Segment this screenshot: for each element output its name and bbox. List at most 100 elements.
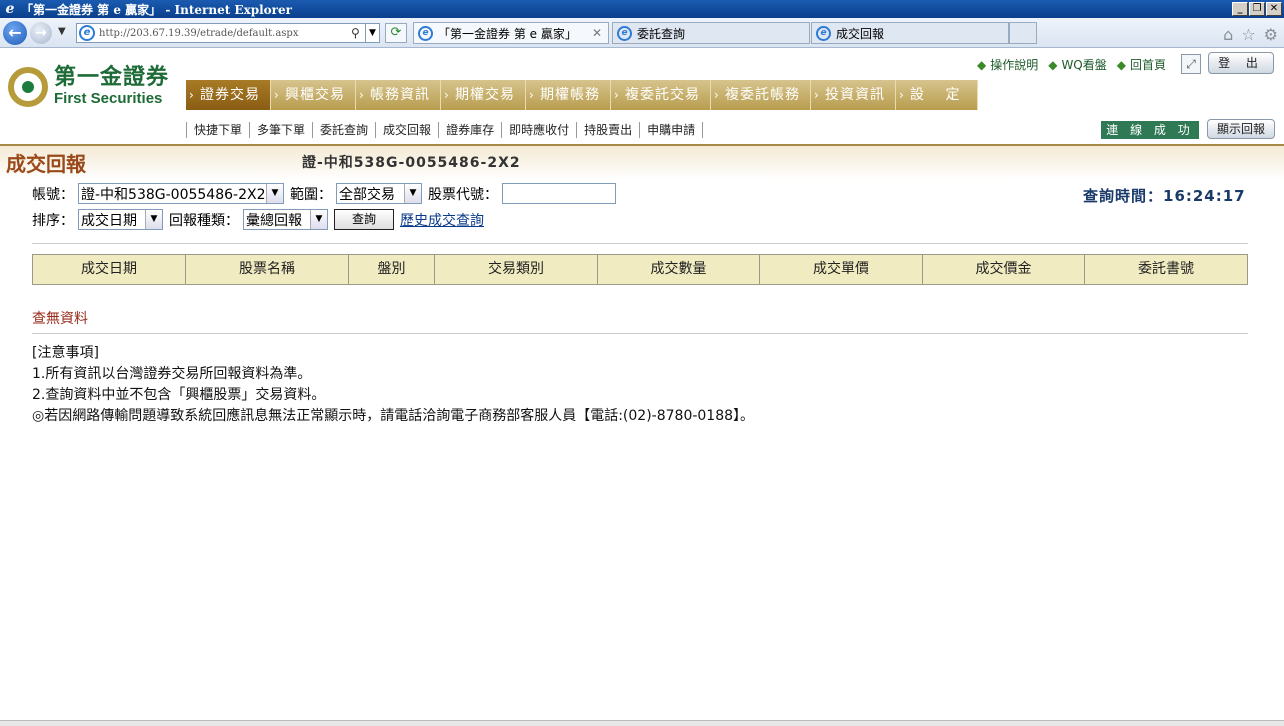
tab-ie-icon: e bbox=[816, 25, 831, 41]
report-type-select[interactable]: 彙總回報 ▼ bbox=[243, 209, 328, 230]
logo-mark-icon bbox=[8, 67, 48, 107]
back-button[interactable]: ← bbox=[3, 21, 27, 45]
nav-subbroker-account[interactable]: 複委託帳務 bbox=[711, 80, 811, 110]
restore-button[interactable]: ❐ bbox=[1249, 2, 1265, 16]
filter-row-1: 帳號： 證-中和538G-0055486-2X2 ▼ 範圍： 全部交易 ▼ 股票… bbox=[32, 183, 616, 204]
diamond-icon: ◆ bbox=[1116, 58, 1126, 72]
chevron-down-icon: ▼ bbox=[266, 184, 283, 203]
diamond-icon: ◆ bbox=[976, 58, 987, 72]
report-type-select-value: 彙總回報 bbox=[246, 212, 302, 229]
fullscreen-icon[interactable]: ⤢ bbox=[1181, 54, 1201, 74]
col-session[interactable]: 盤別 bbox=[349, 255, 435, 284]
chevron-down-icon: ▼ bbox=[310, 210, 327, 229]
tab-trade-report[interactable]: e 成交回報 bbox=[811, 22, 1009, 44]
subnav-realtime-settlement[interactable]: 即時應收付 bbox=[501, 122, 576, 138]
nav-investment-info[interactable]: 投資資訊 bbox=[811, 80, 896, 110]
col-order-number[interactable]: 委託書號 bbox=[1085, 255, 1247, 284]
report-type-label: 回報種類： bbox=[169, 212, 239, 229]
subnav-quick-order[interactable]: 快捷下單 bbox=[186, 122, 249, 138]
nav-subbroker-trading[interactable]: 複委託交易 bbox=[611, 80, 711, 110]
range-select[interactable]: 全部交易 ▼ bbox=[336, 183, 422, 204]
browser-toolbar: ← → ▼ e http://203.67.19.39/etrade/defau… bbox=[0, 18, 1284, 48]
logo-en-text: First Securities bbox=[54, 90, 163, 107]
link-wq-board[interactable]: ◆ WQ看盤 bbox=[1048, 56, 1107, 73]
page-title: 成交回報 bbox=[6, 152, 86, 176]
top-links: ◆ 操作說明 ◆ WQ看盤 ◆ 回首頁 bbox=[977, 56, 1166, 73]
no-data-message: 查無資料 bbox=[32, 311, 88, 327]
note-line: 1.所有資訊以台灣證券交易所回報資料為準。 bbox=[32, 366, 312, 382]
chevron-down-icon: ▼ bbox=[404, 184, 421, 203]
col-trade-date[interactable]: 成交日期 bbox=[33, 255, 186, 284]
filter-row-2: 排序： 成交日期 ▼ 回報種類： 彙總回報 ▼ 查詢 歷史成交查詢 bbox=[32, 209, 484, 230]
sort-select[interactable]: 成交日期 ▼ bbox=[78, 209, 163, 230]
nav-futures-account[interactable]: 期權帳務 bbox=[526, 80, 611, 110]
logo-cn-text: 第一金證券 bbox=[54, 65, 170, 90]
tab-ie-icon: e bbox=[418, 25, 433, 41]
tab-label: 成交回報 bbox=[836, 26, 885, 41]
window-title-bar: e 「第一金證券 第 e 贏家」 - Internet Explorer _ ❐… bbox=[0, 0, 1284, 18]
home-icon[interactable]: ⌂ bbox=[1223, 25, 1233, 44]
trade-table-header: 成交日期 股票名稱 盤別 交易類別 成交數量 成交單價 成交價金 委託書號 bbox=[32, 254, 1248, 285]
history-dropdown-icon[interactable]: ▼ bbox=[58, 26, 66, 37]
diamond-icon: ◆ bbox=[1048, 58, 1058, 72]
window-title: 「第一金證券 第 e 贏家」 - Internet Explorer bbox=[21, 2, 292, 17]
col-quantity[interactable]: 成交數量 bbox=[598, 255, 760, 284]
minimize-button[interactable]: _ bbox=[1232, 2, 1248, 16]
note-line: ◎若因網路傳輸問題導致系統回應訊息無法正常顯示時，請電話洽詢電子商務部客服人員【… bbox=[32, 408, 755, 424]
subnav-trade-report[interactable]: 成交回報 bbox=[375, 122, 438, 138]
site-logo[interactable]: 第一金證券 First Securities bbox=[8, 66, 169, 108]
nav-futures-trading[interactable]: 期權交易 bbox=[441, 80, 526, 110]
gear-icon[interactable]: ⚙ bbox=[1264, 25, 1278, 44]
nav-securities-trading[interactable]: 證券交易 bbox=[186, 80, 271, 110]
account-title: 證-中和538G-0055486-2X2 bbox=[302, 155, 521, 171]
tab-label: 「第一金證券 第 e 贏家」 bbox=[438, 26, 577, 41]
address-url[interactable]: http://203.67.19.39/etrade/default.aspx bbox=[99, 28, 351, 39]
logout-button[interactable]: 登 出 bbox=[1208, 52, 1274, 74]
window-controls: _ ❐ ✕ bbox=[1232, 2, 1282, 16]
tab-eiwinner[interactable]: e 「第一金證券 第 e 贏家」 ✕ bbox=[413, 22, 609, 44]
col-unit-price[interactable]: 成交單價 bbox=[760, 255, 923, 284]
history-trade-query-link[interactable]: 歷史成交查詢 bbox=[400, 210, 484, 230]
query-time: 查詢時間：16:24:17 bbox=[1083, 187, 1246, 205]
notes-heading: [注意事項] bbox=[32, 345, 99, 361]
close-button[interactable]: ✕ bbox=[1266, 2, 1282, 16]
stock-code-input[interactable] bbox=[502, 183, 616, 204]
account-select-value: 證-中和538G-0055486-2X2 bbox=[81, 186, 266, 203]
status-bar bbox=[0, 720, 1284, 726]
show-report-button[interactable]: 顯示回報 bbox=[1207, 119, 1275, 139]
tab-label: 委託查詢 bbox=[637, 26, 686, 41]
account-select[interactable]: 證-中和538G-0055486-2X2 ▼ bbox=[78, 183, 284, 204]
col-amount[interactable]: 成交價金 bbox=[923, 255, 1085, 284]
sort-select-value: 成交日期 bbox=[81, 212, 137, 229]
divider bbox=[32, 333, 1248, 334]
link-home[interactable]: ◆ 回首頁 bbox=[1117, 56, 1166, 73]
forward-button[interactable]: → bbox=[30, 22, 52, 44]
address-bar[interactable]: e http://203.67.19.39/etrade/default.asp… bbox=[76, 23, 380, 43]
address-dropdown-icon[interactable]: ▼ bbox=[365, 24, 379, 42]
link-help[interactable]: ◆ 操作說明 bbox=[977, 56, 1038, 73]
chevron-down-icon: ▼ bbox=[145, 210, 162, 229]
tab-close-icon[interactable]: ✕ bbox=[592, 26, 602, 40]
sub-nav: 快捷下單 多筆下單 委託查詢 成交回報 證券庫存 即時應收付 持股賣出 申購申請 bbox=[186, 122, 704, 138]
new-tab-button[interactable] bbox=[1009, 22, 1037, 44]
nav-emerging-trading[interactable]: 興櫃交易 bbox=[271, 80, 356, 110]
query-button[interactable]: 查詢 bbox=[334, 209, 394, 230]
col-trade-type[interactable]: 交易類別 bbox=[435, 255, 598, 284]
col-stock-name[interactable]: 股票名稱 bbox=[186, 255, 349, 284]
refresh-button[interactable]: ⟳ bbox=[385, 23, 407, 43]
subnav-inventory[interactable]: 證券庫存 bbox=[438, 122, 501, 138]
nav-settings[interactable]: 設 定 bbox=[896, 80, 978, 110]
subnav-sell-holdings[interactable]: 持股賣出 bbox=[576, 122, 639, 138]
subnav-subscription[interactable]: 申購申請 bbox=[639, 122, 704, 138]
tab-ie-icon: e bbox=[617, 25, 632, 41]
connection-status-badge: 連 線 成 功 bbox=[1101, 121, 1199, 139]
subnav-order-query[interactable]: 委託查詢 bbox=[312, 122, 375, 138]
sort-label: 排序： bbox=[32, 212, 74, 229]
tab-order-query[interactable]: e 委託查詢 bbox=[612, 22, 810, 44]
star-icon[interactable]: ☆ bbox=[1241, 25, 1255, 44]
subnav-multi-order[interactable]: 多筆下單 bbox=[249, 122, 312, 138]
nav-account-info[interactable]: 帳務資訊 bbox=[356, 80, 441, 110]
range-select-value: 全部交易 bbox=[339, 186, 395, 203]
range-label: 範圍： bbox=[290, 186, 332, 203]
search-icon[interactable]: ⚲ bbox=[351, 26, 365, 40]
